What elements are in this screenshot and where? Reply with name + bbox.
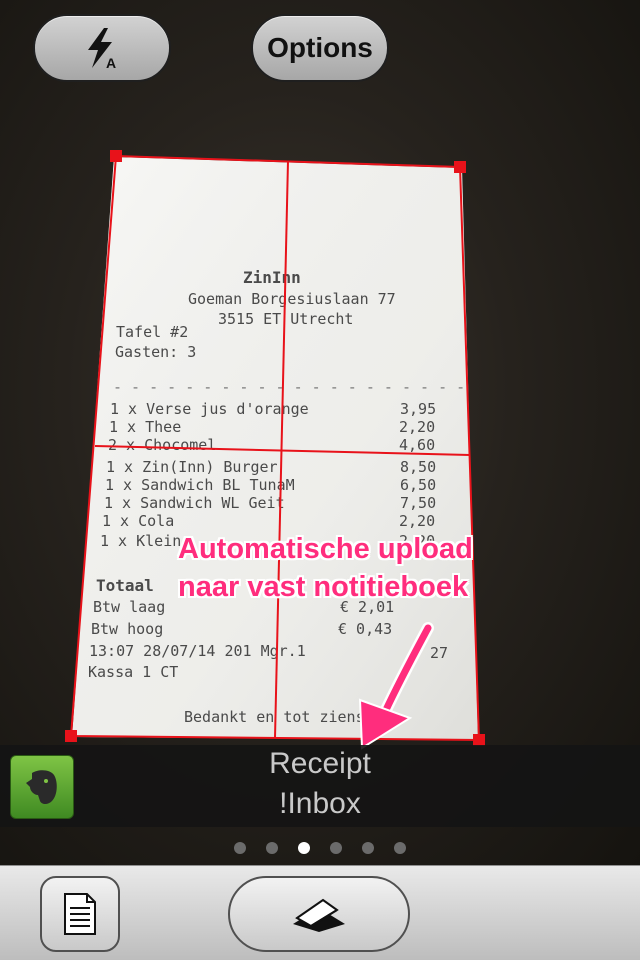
- flash-auto-button[interactable]: A: [33, 14, 171, 82]
- callout-line-1: Automatische upload: [178, 533, 473, 565]
- crop-handle-top-left[interactable]: [110, 150, 122, 162]
- bottom-toolbar: [0, 865, 640, 960]
- page-dot[interactable]: [330, 842, 342, 854]
- crop-frame: [65, 150, 485, 750]
- page-dot[interactable]: [362, 842, 374, 854]
- page-indicator[interactable]: [0, 838, 640, 858]
- page-dot[interactable]: [234, 842, 246, 854]
- callout-line-2: naar vast notitieboek: [178, 571, 469, 603]
- page-dot[interactable]: [394, 842, 406, 854]
- page-dot[interactable]: [298, 842, 310, 854]
- options-button[interactable]: Options: [251, 14, 389, 82]
- upload-callout: Automatische upload naar vast notitieboe…: [178, 530, 558, 606]
- document-button[interactable]: [40, 876, 120, 952]
- document-icon: [64, 893, 96, 935]
- crop-handle-bottom-left[interactable]: [65, 730, 77, 742]
- page-dot[interactable]: [266, 842, 278, 854]
- destination-title: Receipt: [269, 747, 371, 780]
- flash-auto-icon: A: [88, 28, 116, 70]
- crop-handle-top-right[interactable]: [454, 161, 466, 173]
- callout-arrow: [381, 624, 432, 716]
- camera-view[interactable]: ZinInn Goeman Borgesiuslaan 77 3515 ET U…: [0, 0, 640, 865]
- scan-button[interactable]: [228, 876, 410, 952]
- scanner-icon: [293, 898, 345, 932]
- svg-text:A: A: [106, 55, 116, 70]
- destination-bar[interactable]: Receipt !Inbox: [0, 745, 640, 827]
- destination-notebook: !Inbox: [279, 787, 361, 820]
